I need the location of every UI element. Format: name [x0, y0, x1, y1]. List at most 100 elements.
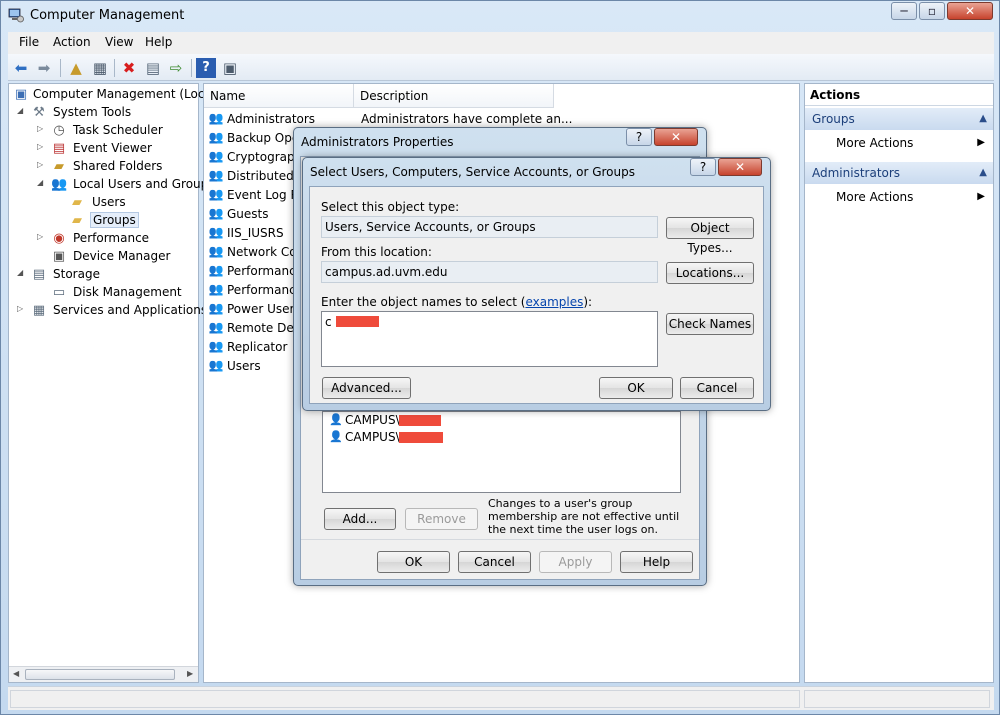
performance-icon: ◉	[53, 231, 65, 246]
collapse-arrow-icon[interactable]: ◢	[37, 178, 47, 187]
folder-icon: ▰	[72, 213, 82, 228]
export-list-icon[interactable]: ⇨	[166, 58, 186, 78]
tree-label: Performance	[73, 231, 150, 245]
help-icon[interactable]: ?	[196, 58, 216, 78]
actions-section-groups[interactable]: Groups ▲	[805, 108, 993, 130]
actions-header: Actions	[805, 84, 993, 106]
members-list[interactable]: 👤 CAMPUS\ 👤 CAMPUS\	[322, 411, 681, 493]
advanced-button[interactable]: Advanced...	[322, 377, 411, 399]
group-name: Users	[227, 359, 261, 373]
group-name: Replicator	[227, 340, 288, 354]
help-button[interactable]: ?	[690, 158, 716, 176]
scroll-right-arrow-icon[interactable]: ▶	[187, 669, 193, 678]
show-hide-tree-icon[interactable]: ▦	[90, 58, 110, 78]
redaction	[399, 415, 441, 426]
group-icon: 👥	[208, 168, 224, 182]
close-button[interactable]: ✕	[654, 128, 698, 146]
forward-arrow-icon[interactable]: ➡	[34, 58, 54, 78]
check-names-button[interactable]: Check Names	[666, 313, 754, 335]
menu-help[interactable]: Help	[145, 35, 172, 49]
toolbar-separator	[191, 59, 192, 77]
clock-icon: ◷	[53, 123, 65, 138]
properties-icon[interactable]: ▤	[143, 58, 163, 78]
group-icon: 👥	[208, 111, 224, 125]
dialog-body: Select this object type: Users, Service …	[309, 186, 764, 404]
group-icon: 👥	[208, 225, 224, 239]
column-header-description[interactable]: Description	[354, 84, 554, 108]
event-viewer-icon: ▤	[52, 141, 66, 156]
cancel-button[interactable]: Cancel	[458, 551, 531, 573]
object-names-input[interactable]: c	[321, 311, 658, 367]
column-header-name[interactable]: Name	[204, 84, 354, 108]
scrollbar-thumb[interactable]	[25, 669, 175, 680]
group-description: Administrators have complete an...	[361, 112, 573, 126]
close-button[interactable]: ✕	[718, 158, 762, 176]
menu-bar: File Action View Help	[8, 32, 994, 54]
back-arrow-icon[interactable]: ⬅	[11, 58, 31, 78]
close-button[interactable]: ✕	[947, 2, 993, 20]
menu-file[interactable]: File	[19, 35, 39, 49]
group-icon: 👥	[208, 244, 224, 258]
scroll-left-arrow-icon[interactable]: ◀	[13, 669, 19, 678]
group-icon: 👥	[208, 263, 224, 277]
expand-arrow-icon[interactable]: ▷	[37, 142, 47, 151]
expand-arrow-icon[interactable]: ▷	[17, 304, 27, 313]
ok-button[interactable]: OK	[377, 551, 450, 573]
membership-note: Changes to a user's group membership are…	[488, 497, 680, 536]
more-actions-groups[interactable]: More Actions ▶	[805, 133, 993, 153]
redaction	[399, 432, 443, 443]
locations-button[interactable]: Locations...	[666, 262, 754, 284]
collapse-arrow-icon[interactable]: ▲	[979, 108, 987, 130]
tree-horizontal-scrollbar[interactable]: ◀ ▶	[9, 666, 198, 682]
expand-arrow-icon[interactable]: ▷	[37, 124, 47, 133]
toolbar-separator	[114, 59, 115, 77]
object-types-button[interactable]: Object Types...	[666, 217, 754, 255]
up-folder-icon[interactable]: ▲	[66, 58, 86, 78]
expand-arrow-icon[interactable]: ▷	[37, 232, 47, 241]
folder-icon: ▰	[72, 195, 82, 210]
more-actions-administrators[interactable]: More Actions ▶	[805, 187, 993, 207]
show-hide-action-pane-icon[interactable]: ▣	[220, 58, 240, 78]
device-manager-icon: ▣	[52, 249, 66, 264]
section-title: Administrators	[812, 166, 901, 180]
group-icon: 👥	[208, 282, 224, 296]
collapse-arrow-icon[interactable]: ◢	[17, 268, 27, 277]
tree-label: Local Users and Groups	[73, 177, 215, 191]
expand-arrow-icon[interactable]: ▷	[37, 160, 47, 169]
computer-management-icon	[8, 8, 24, 23]
location-field: campus.ad.uvm.edu	[321, 261, 658, 283]
delete-icon[interactable]: ✖	[119, 58, 139, 78]
storage-icon: ▤	[32, 267, 46, 282]
menu-action[interactable]: Action	[53, 35, 91, 49]
remove-button[interactable]: Remove	[405, 508, 478, 530]
collapse-arrow-icon[interactable]: ▲	[979, 162, 987, 184]
examples-link[interactable]: examples	[525, 295, 583, 309]
minimize-button[interactable]: ─	[891, 2, 917, 20]
apply-button[interactable]: Apply	[539, 551, 612, 573]
group-name: Performance	[227, 283, 304, 297]
dialog-title: Administrators Properties	[301, 135, 454, 149]
label-text: Enter the object names to select (	[321, 295, 526, 309]
group-name: Performance	[227, 264, 304, 278]
help-button[interactable]: ?	[626, 128, 652, 146]
object-type-field: Users, Service Accounts, or Groups	[321, 216, 658, 238]
action-label: More Actions	[836, 136, 914, 150]
tree-label: Groups	[90, 212, 139, 228]
toolbar-separator	[60, 59, 61, 77]
actions-section-administrators[interactable]: Administrators ▲	[805, 162, 993, 184]
label-text: ):	[583, 295, 593, 309]
add-button[interactable]: Add...	[324, 508, 396, 530]
collapse-arrow-icon[interactable]: ◢	[17, 106, 27, 115]
menu-view[interactable]: View	[105, 35, 133, 49]
user-icon: 👤	[329, 430, 343, 443]
ok-button[interactable]: OK	[599, 377, 673, 399]
submenu-arrow-icon: ▶	[977, 191, 985, 202]
member-name: CAMPUS\	[345, 430, 400, 444]
tree-label: Disk Management	[73, 285, 182, 299]
redaction	[336, 316, 379, 327]
section-title: Groups	[812, 112, 855, 126]
cancel-button[interactable]: Cancel	[680, 377, 754, 399]
maximize-button[interactable]: ▫	[919, 2, 945, 20]
help-button-bottom[interactable]: Help	[620, 551, 693, 573]
services-icon: ▦	[32, 303, 46, 318]
